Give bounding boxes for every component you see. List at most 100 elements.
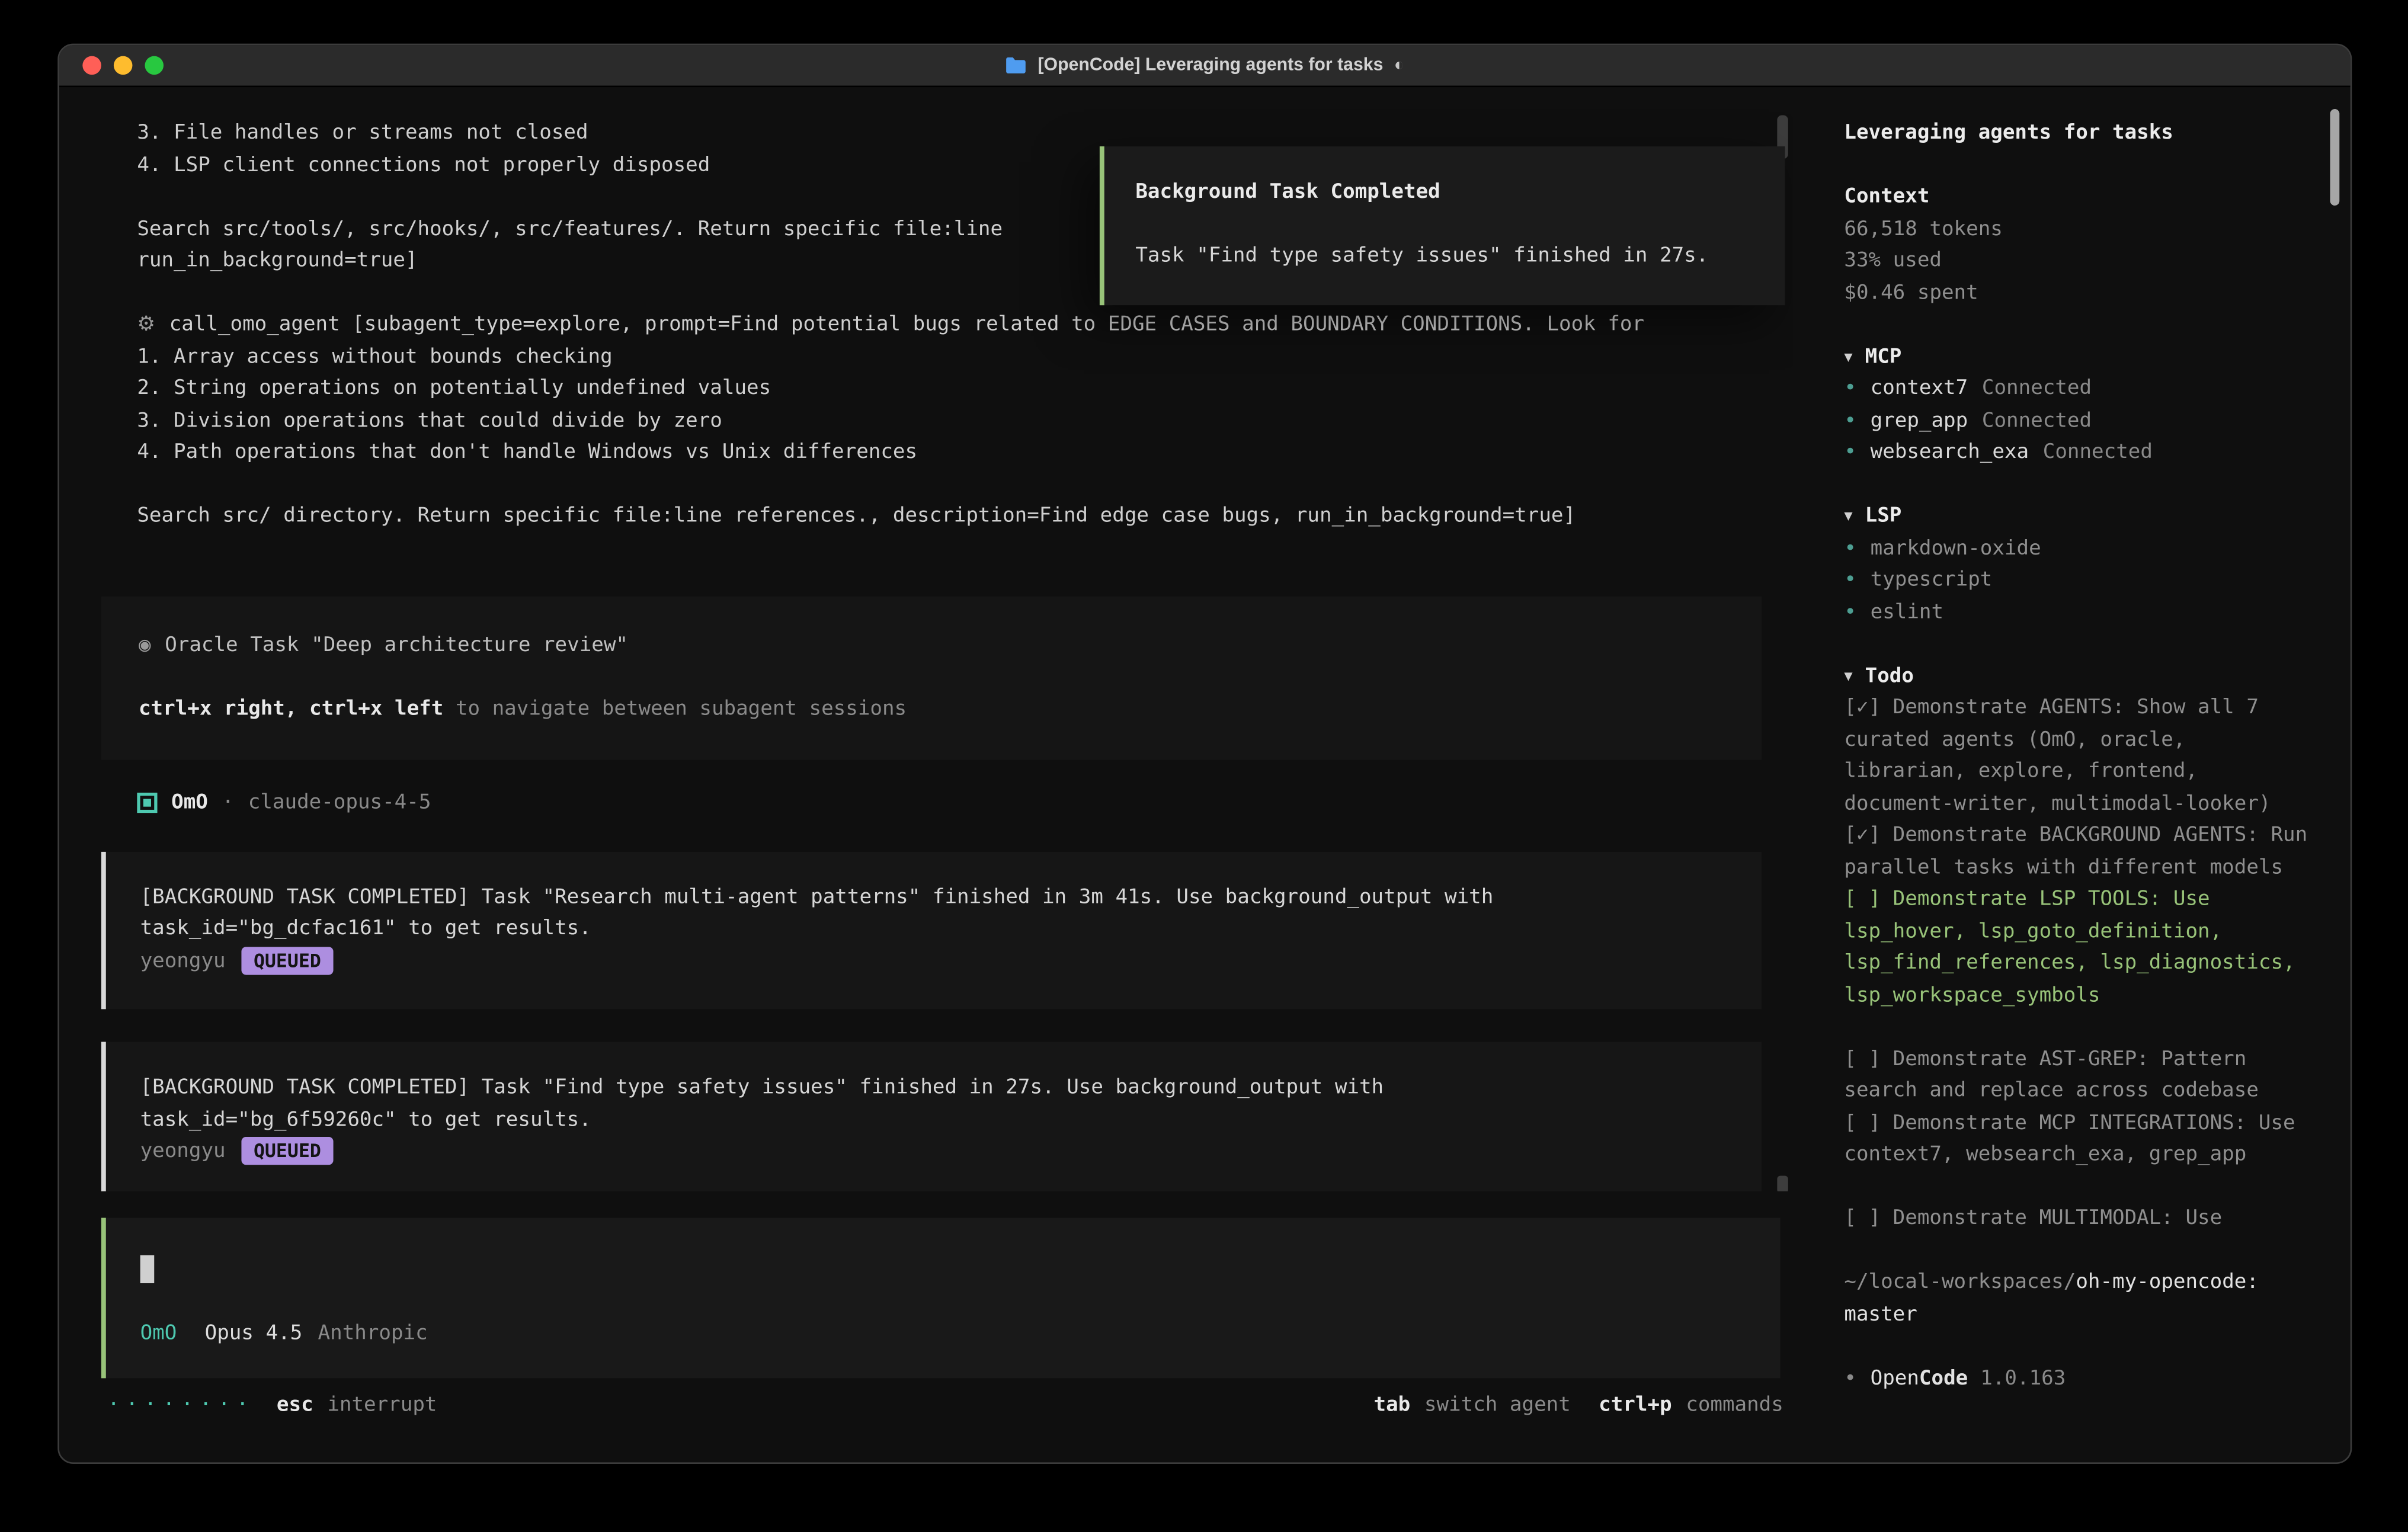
spinner-dots-icon: ········ — [107, 1393, 255, 1416]
mcp-section-header[interactable]: ▼ MCP — [1844, 342, 2319, 374]
message-card: [BACKGROUND TASK COMPLETED] Task "Find t… — [101, 1042, 1762, 1191]
sidebar-scrollbar-thumb[interactable] — [2330, 109, 2340, 206]
agent-model: claude-opus-4-5 — [248, 791, 431, 814]
brand-name: Open — [1871, 1367, 1919, 1390]
record-icon: ◉ — [139, 633, 151, 656]
bullet-icon: • — [1844, 600, 1856, 623]
bullet-icon: • — [1844, 409, 1856, 432]
status-bar: ········ esc interrupt tabswitch agentctrl… — [59, 1378, 1793, 1431]
tool-call-item: 3. Division operations that could divide… — [59, 406, 1793, 438]
oracle-hint-line: ctrl+x right, ctrl+x left to navigate be… — [139, 694, 1724, 726]
bullet-icon: • — [1844, 1367, 1856, 1390]
mcp-item: •context7Connected — [1844, 374, 2319, 406]
message-line: task_id="bg_dcfac161" to get results. — [140, 914, 1728, 946]
blank-line — [140, 1286, 1746, 1318]
minimize-button[interactable] — [114, 56, 133, 75]
gear-icon: ⚙ — [137, 313, 155, 336]
tab-key-hint: tab — [1374, 1393, 1411, 1416]
lsp-section-header[interactable]: ▼ LSP — [1844, 501, 2319, 533]
blank-line — [139, 662, 1724, 694]
tool-call-item: 1. Array access without bounds checking — [59, 342, 1793, 374]
message-card: [BACKGROUND TASK COMPLETED] Task "Resear… — [101, 851, 1762, 1009]
status-badge: QUEUED — [241, 946, 334, 974]
lsp-item: •markdown-oxide — [1844, 533, 2319, 565]
lsp-item: •typescript — [1844, 565, 2319, 597]
hint-text: to navigate between subagent sessions — [443, 697, 907, 720]
esc-key-label: interrupt — [327, 1393, 437, 1416]
chevron-down-icon: ▼ — [1844, 669, 1852, 684]
context-spent: $0.46 spent — [1844, 278, 2319, 310]
message-author: yeongyu — [140, 1140, 226, 1163]
chevron-down-icon: ▼ — [1844, 509, 1852, 525]
context-heading: Context — [1844, 182, 2319, 214]
agent-name: OmO — [171, 791, 208, 814]
version-number: 1.0.163 — [1980, 1367, 2066, 1390]
todo-item: [✓] Demonstrate AGENTS: Show all 7 curat… — [1844, 693, 2319, 821]
brand-name-bold: Code — [1919, 1367, 1968, 1390]
lsp-heading: LSP — [1865, 505, 1902, 528]
status-left: ········ esc interrupt — [107, 1393, 437, 1416]
message-scrollback[interactable]: 3. File handles or streams not closed 4.… — [59, 87, 1793, 1190]
message-meta: yeongyu QUEUED — [140, 946, 1728, 978]
terminal-window: [OpenCode] Leveraging agents for tasks ◐… — [57, 44, 2352, 1464]
esc-key-hint: esc — [277, 1393, 313, 1416]
close-button[interactable] — [82, 56, 101, 75]
tool-call-tail: Search src/ directory. Return specific f… — [59, 501, 1793, 533]
fullscreen-button[interactable] — [145, 56, 164, 75]
todo-item: [✓] Demonstrate BACKGROUND AGENTS: Run p… — [1844, 821, 2319, 884]
prompt-input[interactable]: OmOOpus 4.5Anthropic — [101, 1217, 1781, 1378]
message-line: [BACKGROUND TASK COMPLETED] Task "Find t… — [140, 1073, 1728, 1105]
blank-line — [1135, 210, 1766, 242]
input-provider-name: Anthropic — [318, 1321, 428, 1344]
desktop: [OpenCode] Leveraging agents for tasks ◐… — [0, 0, 2408, 1532]
titlebar[interactable]: [OpenCode] Leveraging agents for tasks ◐ — [59, 45, 2351, 87]
commands-key-label: commands — [1686, 1393, 1783, 1416]
oracle-task-title: Oracle Task "Deep architecture review" — [165, 633, 628, 656]
separator-dot: · — [222, 791, 235, 814]
chat-pane: 3. File handles or streams not closed 4.… — [59, 87, 1793, 1462]
window-content: 3. File handles or streams not closed 4.… — [59, 87, 2351, 1462]
window-title: [OpenCode] Leveraging agents for tasks — [1038, 56, 1383, 75]
input-model-name: Opus 4.5 — [205, 1321, 303, 1344]
model-info-line: OmOOpus 4.5Anthropic — [140, 1318, 1746, 1350]
todo-section-header[interactable]: ▼ Todo — [1844, 661, 2319, 693]
terminal-line: 3. File handles or streams not closed — [59, 118, 1793, 150]
terminal-line — [59, 470, 1793, 502]
notification-body: Task "Find type safety issues" finished … — [1135, 241, 1766, 273]
todo-heading: Todo — [1865, 664, 1914, 687]
busy-indicator-icon: ◐ — [1394, 56, 1404, 75]
todo-item: [ ] Demonstrate MULTIMODAL: Use — [1844, 1204, 2319, 1236]
text-cursor — [140, 1255, 155, 1283]
tool-call-line: ⚙call_omo_agent [subagent_type=explore, … — [59, 310, 1793, 342]
bullet-icon: • — [1844, 377, 1856, 400]
todo-item: [ ] Demonstrate MCP INTEGRATIONS: Use co… — [1844, 1108, 2319, 1172]
workspace-branch: master — [1844, 1300, 2319, 1332]
tool-call-item: 4. Path operations that don't handle Win… — [59, 438, 1793, 470]
chevron-down-icon: ▼ — [1844, 350, 1852, 365]
oracle-task-title-line: ◉ Oracle Task "Deep architecture review" — [139, 630, 1724, 662]
input-line[interactable] — [140, 1254, 1746, 1286]
notification-toast: Background Task Completed Task "Find typ… — [1100, 146, 1785, 305]
workspace-repo: oh-my-opencode: — [2076, 1271, 2259, 1294]
context-used: 33% used — [1844, 246, 2319, 278]
bullet-icon: • — [1844, 568, 1856, 591]
tool-call-item: 2. String operations on potentially unde… — [59, 374, 1793, 406]
context-tokens: 66,518 tokens — [1844, 214, 2319, 246]
bullet-icon: • — [1844, 441, 1856, 464]
workspace-path: ~/local-workspaces/oh-my-opencode: — [1844, 1268, 2319, 1300]
todo-item-active: [ ] Demonstrate LSP TOOLS: Use lsp_hover… — [1844, 884, 2319, 1012]
notification-title: Background Task Completed — [1135, 178, 1766, 210]
message-meta: yeongyuQUEUED — [140, 1137, 1728, 1169]
status-right: tabswitch agentctrl+pcommands — [1374, 1393, 1783, 1416]
folder-icon — [1005, 56, 1027, 75]
sidebar: Leveraging agents for tasks Context 66,5… — [1793, 87, 2351, 1462]
agent-header: OmO · claude-opus-4-5 — [59, 786, 1793, 818]
oracle-task-box[interactable]: ◉Oracle Task "Deep architecture review" … — [101, 595, 1762, 759]
message-author: yeongyu — [140, 949, 226, 972]
hint-keys: ctrl+x right, ctrl+x left — [139, 697, 443, 720]
main-scrollbar-end[interactable] — [1777, 1176, 1788, 1191]
session-title: Leveraging agents for tasks — [1844, 118, 2319, 150]
traffic-lights — [82, 45, 164, 85]
app-version-line: • OpenCode 1.0.163 — [1844, 1363, 2319, 1395]
mcp-heading: MCP — [1865, 345, 1902, 368]
